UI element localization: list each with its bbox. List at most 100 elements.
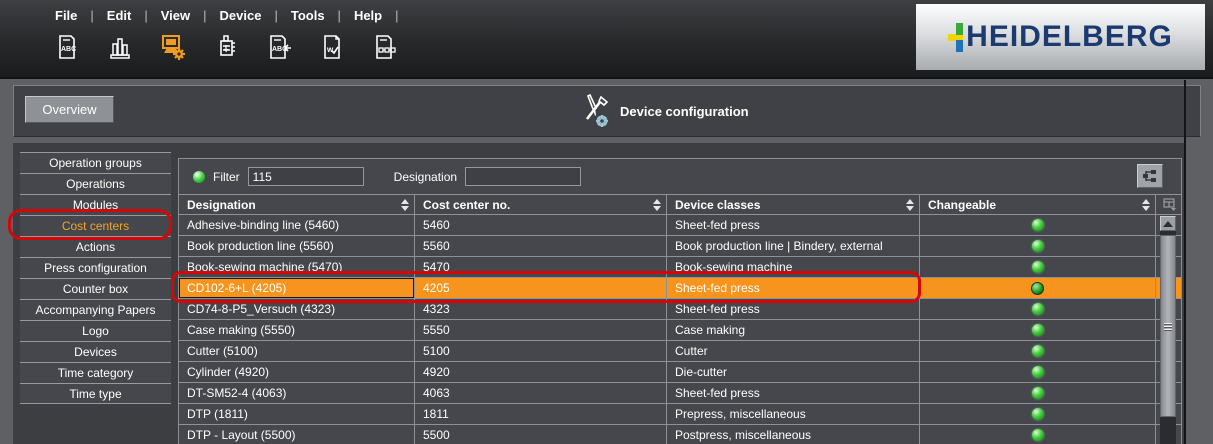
cell-cost-center-no[interactable]: 5560 [415, 236, 667, 256]
cell-device-classes[interactable]: Die-cutter [667, 362, 920, 382]
table-row[interactable]: DT-SM52-4 (4063) 4063 Sheet-fed press [179, 383, 1181, 404]
cell-device-classes[interactable]: Sheet-fed press [667, 278, 920, 298]
cell-cost-center-no[interactable]: 4063 [415, 383, 667, 403]
sidebar-item-press-configuration[interactable]: Press configuration [20, 257, 171, 278]
cell-designation[interactable]: Case making (5550) [179, 320, 415, 340]
cell-device-classes[interactable]: Case making [667, 320, 920, 340]
table-row[interactable]: Adhesive-binding line (5460) 5460 Sheet-… [179, 215, 1181, 236]
cell-device-classes[interactable]: Sheet-fed press [667, 215, 920, 235]
sidebar-item-accompanying-papers[interactable]: Accompanying Papers [20, 299, 171, 320]
cell-designation[interactable]: Cylinder (4920) [179, 362, 415, 382]
header-bar: Overview Device configuration [13, 85, 1201, 137]
sidebar-item-operations[interactable]: Operations [20, 173, 171, 194]
sort-icon[interactable] [401, 199, 409, 211]
menu-device[interactable]: Device [207, 6, 275, 25]
cell-designation[interactable]: Book production line (5560) [179, 236, 415, 256]
cell-cost-center-no[interactable]: 4323 [415, 299, 667, 319]
menu-view[interactable]: View [148, 6, 203, 25]
menu-tools[interactable]: Tools [278, 6, 338, 25]
cell-cost-center-no[interactable]: 5500 [415, 425, 667, 444]
cell-device-classes[interactable]: Prepress, miscellaneous [667, 404, 920, 424]
sidebar-item-actions[interactable]: Actions [20, 236, 171, 257]
column-header-cost-center-no[interactable]: Cost center no. [415, 195, 667, 214]
document-import-icon[interactable]: ABC [264, 32, 294, 62]
sort-icon[interactable] [1142, 199, 1150, 211]
sort-icon[interactable] [906, 199, 914, 211]
table-row[interactable]: Cylinder (4920) 4920 Die-cutter [179, 362, 1181, 383]
sort-icon[interactable] [653, 199, 661, 211]
scroll-up-button[interactable] [1160, 216, 1176, 231]
table-row[interactable]: CD74-8-P5_Versuch (4323) 4323 Sheet-fed … [179, 299, 1181, 320]
bar-chart-icon[interactable] [105, 32, 135, 62]
heidelberg-logo-mark-icon [948, 21, 965, 53]
content-right-edge [1184, 80, 1186, 444]
report-document-icon[interactable]: ABC [52, 32, 82, 62]
menu-bar: File | Edit | View | Device | Tools | He… [0, 0, 1213, 79]
column-header-device-classes[interactable]: Device classes [667, 195, 920, 214]
toolbar: ABC [52, 32, 400, 62]
table-row-selected[interactable]: CD102-6+L (4205) 4205 Sheet-fed press [179, 278, 1181, 299]
cell-cost-center-no[interactable]: 5470 [415, 257, 667, 277]
cell-designation[interactable]: CD74-8-P5_Versuch (4323) [179, 299, 415, 319]
table-row[interactable]: Case making (5550) 5550 Case making [179, 320, 1181, 341]
device-configuration-icon[interactable] [158, 32, 188, 62]
sidebar-item-time-category[interactable]: Time category [20, 362, 171, 383]
menu-file[interactable]: File [42, 6, 90, 25]
table-row[interactable]: DTP (1811) 1811 Prepress, miscellaneous [179, 404, 1181, 425]
sidebar-item-counter-box[interactable]: Counter box [20, 278, 171, 299]
menu-help[interactable]: Help [341, 6, 395, 25]
filter-input[interactable] [248, 167, 364, 186]
cell-designation[interactable]: Book-sewing machine (5470) [179, 257, 415, 277]
cell-changeable [920, 215, 1156, 235]
sidebar-item-modules[interactable]: Modules [20, 194, 171, 215]
heidelberg-logo: HEIDELBERG [916, 4, 1205, 70]
cell-designation[interactable]: DTP (1811) [179, 404, 415, 424]
cell-device-classes[interactable]: Sheet-fed press [667, 383, 920, 403]
column-header-changeable[interactable]: Changeable [920, 195, 1156, 214]
cell-designation[interactable]: DTP - Layout (5500) [179, 425, 415, 444]
tree-view-button[interactable] [1137, 164, 1163, 188]
filter-label: Filter [213, 170, 240, 184]
column-chooser-button[interactable] [1156, 195, 1182, 214]
cell-designation[interactable]: Adhesive-binding line (5460) [179, 215, 415, 235]
press-device-icon[interactable] [211, 32, 241, 62]
table-row[interactable]: Cutter (5100) 5100 Cutter [179, 341, 1181, 362]
table-row[interactable]: Book-sewing machine (5470) 5470 Book-sew… [179, 257, 1181, 278]
menu-edit[interactable]: Edit [94, 6, 145, 25]
changeable-yes-icon [1032, 303, 1044, 315]
changeable-yes-icon [1032, 387, 1044, 399]
cell-cost-center-no[interactable]: 5460 [415, 215, 667, 235]
cell-device-classes[interactable]: Sheet-fed press [667, 299, 920, 319]
cell-designation[interactable]: CD102-6+L (4205) [179, 278, 415, 298]
cell-cost-center-no[interactable]: 1811 [415, 404, 667, 424]
cell-cost-center-no[interactable]: 5550 [415, 320, 667, 340]
cell-designation[interactable]: DT-SM52-4 (4063) [179, 383, 415, 403]
table-row[interactable]: DTP - Layout (5500) 5500 Postpress, misc… [179, 425, 1181, 444]
sidebar-item-operation-groups[interactable]: Operation groups [20, 152, 171, 173]
cell-changeable [920, 404, 1156, 424]
sidebar-item-logo[interactable]: Logo [20, 320, 171, 341]
sidebar-item-devices[interactable]: Devices [20, 341, 171, 362]
column-header-label: Changeable [928, 198, 996, 212]
cell-designation[interactable]: Cutter (5100) [179, 341, 415, 361]
cell-cost-center-no[interactable]: 4920 [415, 362, 667, 382]
cell-changeable [920, 278, 1156, 298]
document-structure-icon[interactable] [370, 32, 400, 62]
cell-device-classes[interactable]: Book-sewing machine [667, 257, 920, 277]
scrollbar-thumb[interactable] [1160, 235, 1176, 417]
sidebar-item-cost-centers[interactable]: Cost centers [20, 215, 171, 236]
designation-input[interactable] [465, 167, 581, 186]
overview-button[interactable]: Overview [25, 96, 114, 123]
cell-changeable [920, 341, 1156, 361]
cell-device-classes[interactable]: Postpress, miscellaneous [667, 425, 920, 444]
document-check-icon[interactable]: w [317, 32, 347, 62]
cell-cost-center-no[interactable]: 5100 [415, 341, 667, 361]
column-header-designation[interactable]: Designation [179, 195, 415, 214]
cell-device-classes[interactable]: Cutter [667, 341, 920, 361]
table-row[interactable]: Book production line (5560) 5560 Book pr… [179, 236, 1181, 257]
cell-device-classes[interactable]: Book production line | Bindery, external [667, 236, 920, 256]
sidebar-item-time-type[interactable]: Time type [20, 383, 171, 404]
designation-label: Designation [394, 170, 457, 184]
vertical-scrollbar[interactable] [1160, 216, 1176, 444]
cell-cost-center-no[interactable]: 4205 [415, 278, 667, 298]
